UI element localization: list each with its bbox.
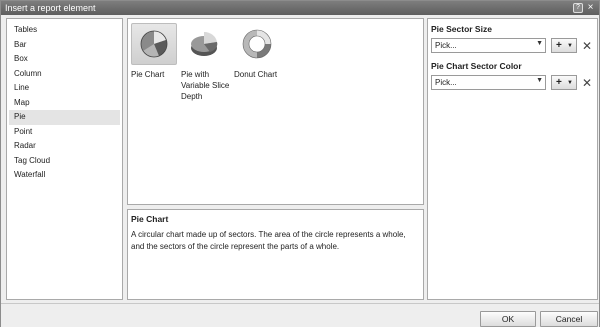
chevron-down-icon: ▼	[567, 42, 573, 49]
pie-variable-depth-icon	[181, 23, 227, 65]
category-item-bar[interactable]: Bar	[9, 38, 120, 53]
dialog-titlebar: Insert a report element ? ×	[1, 1, 599, 15]
category-list-panel: Tables Bar Box Column Line Map Pie Point…	[6, 18, 123, 300]
description-title: Pie Chart	[131, 214, 169, 224]
dialog-title: Insert a report element	[5, 3, 96, 13]
pie-chart-icon	[131, 23, 177, 65]
pie-sector-color-add-button[interactable]: + ▼	[551, 75, 577, 90]
category-item-box[interactable]: Box	[9, 52, 120, 67]
category-item-map[interactable]: Map	[9, 96, 120, 111]
description-panel: Pie Chart A circular chart made up of se…	[127, 209, 424, 300]
category-item-line[interactable]: Line	[9, 81, 120, 96]
category-item-radar[interactable]: Radar	[9, 139, 120, 154]
pie-sector-size-value: Pick...	[435, 41, 457, 50]
remove-icon[interactable]: ✕	[582, 77, 592, 89]
chevron-down-icon: ▼	[536, 77, 543, 84]
category-item-pie[interactable]: Pie	[9, 110, 120, 125]
ok-button[interactable]: OK	[480, 311, 536, 327]
pie-sector-size-add-button[interactable]: + ▼	[551, 38, 577, 53]
pie-sector-color-select[interactable]: Pick... ▼	[431, 75, 546, 90]
category-item-column[interactable]: Column	[9, 67, 120, 82]
chart-type-label: Donut Chart	[234, 70, 278, 79]
chevron-down-icon: ▼	[567, 79, 573, 86]
chart-type-label: Pie with Variable Slice Depth	[181, 70, 230, 101]
pie-sector-size-label: Pie Sector Size	[431, 24, 492, 34]
remove-icon[interactable]: ✕	[582, 40, 592, 52]
pie-sector-color-label: Pie Chart Sector Color	[431, 61, 522, 71]
close-icon[interactable]: ×	[585, 2, 596, 13]
chart-type-donut[interactable]: Donut Chart	[234, 23, 284, 80]
pie-sector-color-row: Pick... ▼ + ▼ ✕	[431, 75, 594, 90]
cancel-button[interactable]: Cancel	[540, 311, 598, 327]
plus-icon: +	[556, 40, 562, 51]
chart-type-pie-variable-depth[interactable]: Pie with Variable Slice Depth	[181, 23, 231, 102]
chart-type-label: Pie Chart	[131, 70, 165, 79]
dialog-footer: OK Cancel	[1, 303, 599, 327]
category-item-waterfall[interactable]: Waterfall	[9, 168, 120, 183]
category-item-tag-cloud[interactable]: Tag Cloud	[9, 154, 120, 169]
properties-panel: Pie Sector Size Pick... ▼ + ▼ ✕ Pie Char…	[427, 18, 598, 300]
pie-sector-size-select[interactable]: Pick... ▼	[431, 38, 546, 53]
chevron-down-icon: ▼	[536, 40, 543, 47]
chart-type-pie[interactable]: Pie Chart	[131, 23, 181, 80]
description-text: A circular chart made up of sectors. The…	[131, 230, 406, 251]
plus-icon: +	[556, 77, 562, 88]
category-list: Tables Bar Box Column Line Map Pie Point…	[7, 19, 122, 183]
chart-type-panel: Pie Chart Pie with Variable Slice Depth	[127, 18, 424, 205]
donut-chart-icon	[234, 23, 280, 65]
insert-report-element-dialog: Insert a report element ? × Tables Bar B…	[0, 0, 600, 327]
category-item-point[interactable]: Point	[9, 125, 120, 140]
category-item-tables[interactable]: Tables	[9, 23, 120, 38]
pie-sector-color-value: Pick...	[435, 78, 457, 87]
help-icon[interactable]: ?	[573, 3, 583, 13]
pie-sector-size-row: Pick... ▼ + ▼ ✕	[431, 38, 594, 53]
